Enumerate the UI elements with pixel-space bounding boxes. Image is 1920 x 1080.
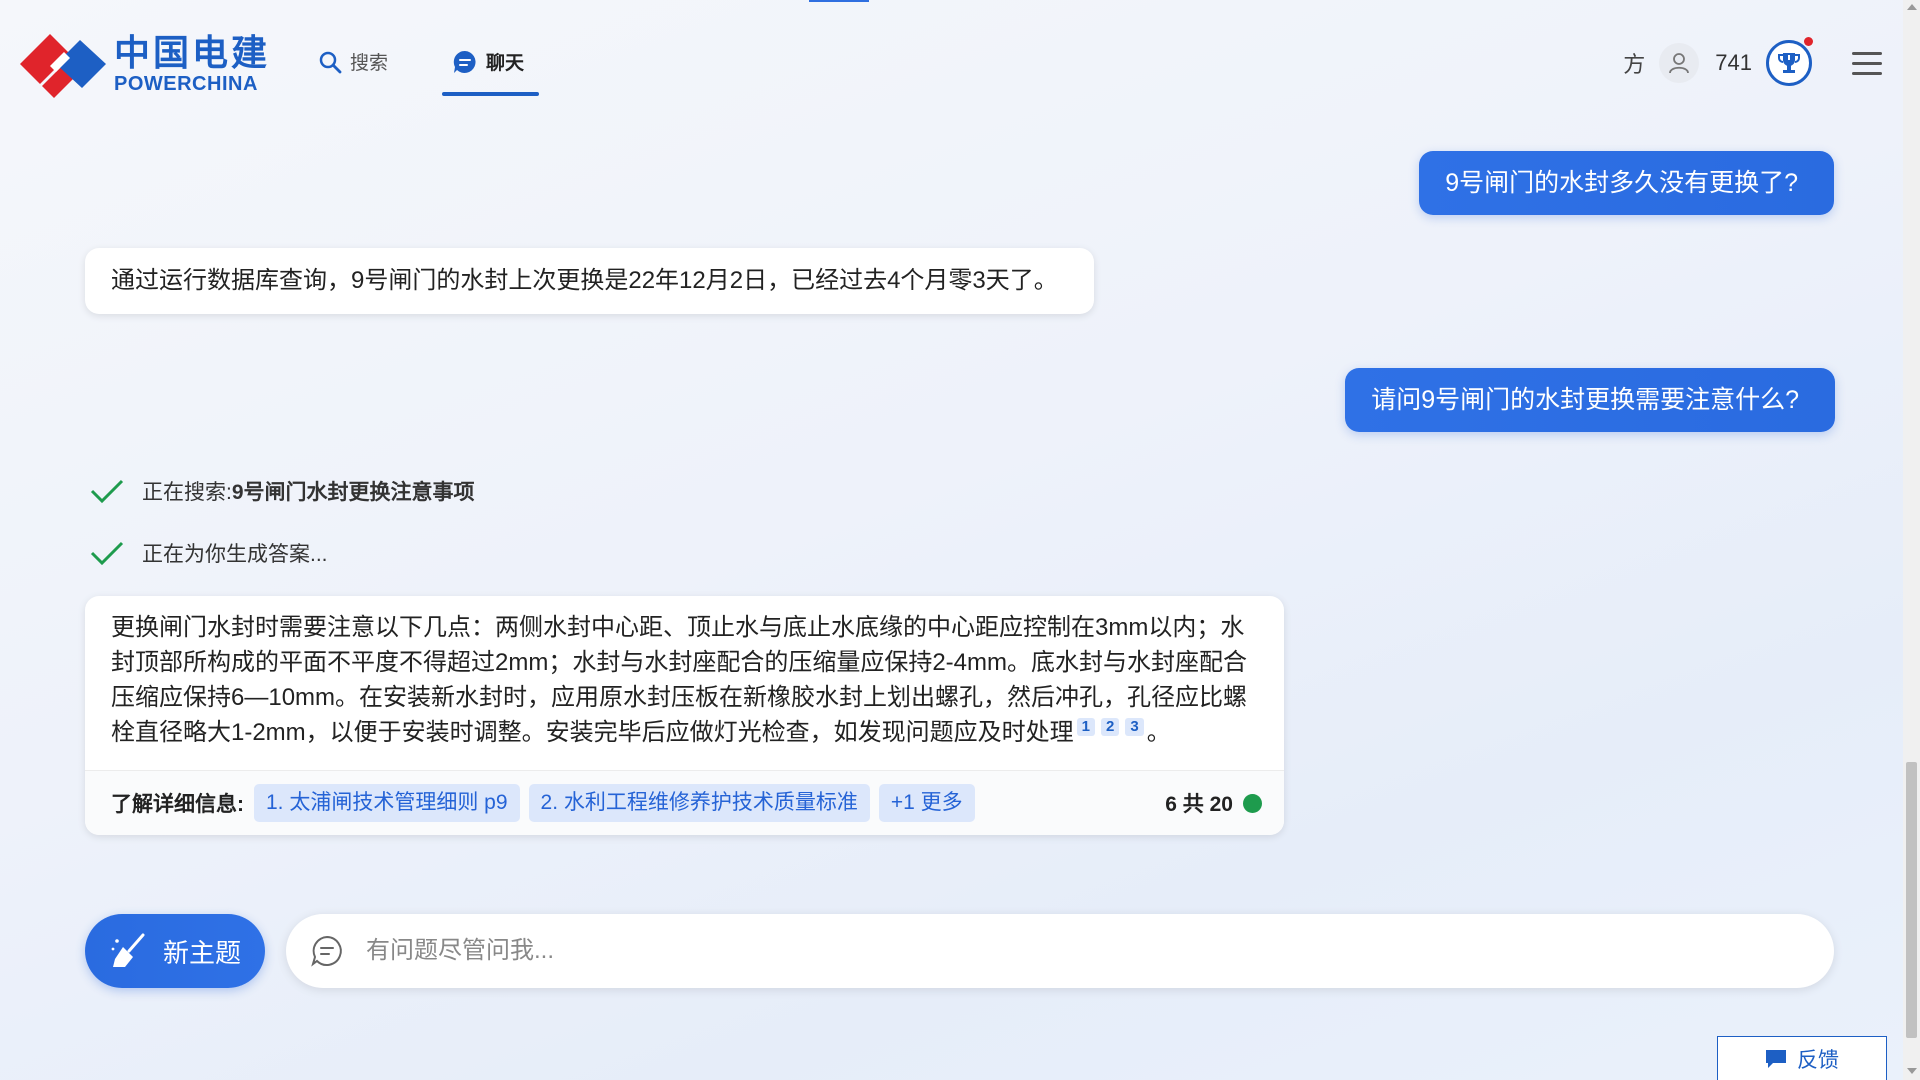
response-count-text: 6 共 20 bbox=[1165, 793, 1233, 816]
nav-tab-search-label: 搜索 bbox=[350, 53, 389, 74]
scrollbar-thumb[interactable] bbox=[1906, 762, 1917, 1038]
nav-tab-chat-label: 聊天 bbox=[486, 53, 525, 74]
search-status-prefix: 正在搜索: bbox=[142, 481, 232, 504]
checkmark-icon bbox=[90, 541, 124, 566]
search-status: 正在搜索: 9号闸门水封更换注意事项 bbox=[90, 476, 475, 506]
more-references-chip[interactable]: +1 更多 bbox=[878, 784, 975, 822]
page-scrollbar[interactable] bbox=[1903, 0, 1920, 1080]
search-status-query: 9号闸门水封更换注意事项 bbox=[231, 481, 475, 504]
broom-icon bbox=[111, 933, 145, 967]
top-progress-line bbox=[809, 0, 869, 2]
feedback-button[interactable]: 反馈 bbox=[1717, 1036, 1887, 1080]
checkmark-icon bbox=[90, 479, 124, 504]
user-message: 请问9号闸门的水封更换需要注意什么? bbox=[1345, 368, 1835, 432]
assistant-message: 通过运行数据库查询，9号闸门的水封上次更换是22年12月2日，已经过去4个月零3… bbox=[85, 248, 1094, 314]
hamburger-menu-icon[interactable] bbox=[1852, 51, 1882, 75]
citation-2[interactable]: 2 bbox=[1101, 718, 1120, 736]
trophy-button[interactable] bbox=[1766, 37, 1813, 86]
reference-chip-2[interactable]: 2. 水利工程维修养护技术质量标准 bbox=[528, 784, 870, 822]
answer-text-block: 更换闸门水封时需要注意以下几点：两侧水封中心距、顶止水与底止水底缘的中心距应控制… bbox=[85, 596, 1284, 770]
response-count: 6 共 20 bbox=[1165, 788, 1262, 818]
feedback-label: 反馈 bbox=[1797, 1048, 1839, 1072]
new-topic-button[interactable]: 新主题 bbox=[85, 914, 265, 988]
chat-input-box[interactable] bbox=[286, 914, 1834, 988]
new-topic-label: 新主题 bbox=[162, 937, 241, 968]
logo-en-text: POWERCHINA bbox=[114, 73, 258, 95]
chat-bubble-icon bbox=[453, 50, 476, 73]
citation-1[interactable]: 1 bbox=[1076, 718, 1096, 736]
logo[interactable]: 中国电建 POWERCHINA bbox=[20, 30, 270, 98]
active-tab-underline bbox=[442, 92, 539, 96]
nav-tab-chat[interactable]: 聊天 bbox=[452, 48, 524, 75]
points-count: 741 bbox=[1715, 50, 1752, 75]
powerchina-logo-icon bbox=[20, 30, 106, 98]
answer-card: 更换闸门水封时需要注意以下几点：两侧水封中心距、顶止水与底止水底缘的中心距应控制… bbox=[85, 596, 1284, 835]
user-message: 9号闸门的水封多久没有更换了? bbox=[1419, 151, 1834, 215]
user-name-initial: 方 bbox=[1623, 52, 1646, 77]
answer-footer: 了解详细信息: 1. 太浦闸技术管理细则 p9 2. 水利工程维修养护技术质量标… bbox=[85, 770, 1284, 835]
notification-dot bbox=[1804, 37, 1813, 46]
nav-tab-search[interactable]: 搜索 bbox=[318, 48, 388, 75]
search-icon bbox=[319, 51, 342, 73]
citation-3[interactable]: 3 bbox=[1125, 718, 1144, 736]
logo-cn-text: 中国电建 bbox=[114, 32, 271, 73]
answer-end-punct: 。 bbox=[1146, 719, 1171, 746]
comment-icon bbox=[1766, 1049, 1786, 1068]
generate-status: 正在为你生成答案... bbox=[90, 538, 328, 568]
chat-outline-icon bbox=[311, 935, 342, 967]
chat-input[interactable] bbox=[364, 936, 1768, 966]
reference-chip-1[interactable]: 1. 太浦闸技术管理细则 p9 bbox=[254, 784, 520, 822]
trophy-icon bbox=[1778, 53, 1800, 73]
user-icon bbox=[1669, 53, 1690, 74]
status-dot-icon bbox=[1243, 793, 1262, 813]
details-label: 了解详细信息: bbox=[111, 793, 244, 816]
avatar[interactable] bbox=[1659, 43, 1700, 83]
generate-status-text: 正在为你生成答案... bbox=[142, 543, 328, 566]
scroll-up-arrow-icon[interactable] bbox=[1907, 4, 1917, 10]
scroll-down-arrow-icon[interactable] bbox=[1907, 1068, 1917, 1074]
